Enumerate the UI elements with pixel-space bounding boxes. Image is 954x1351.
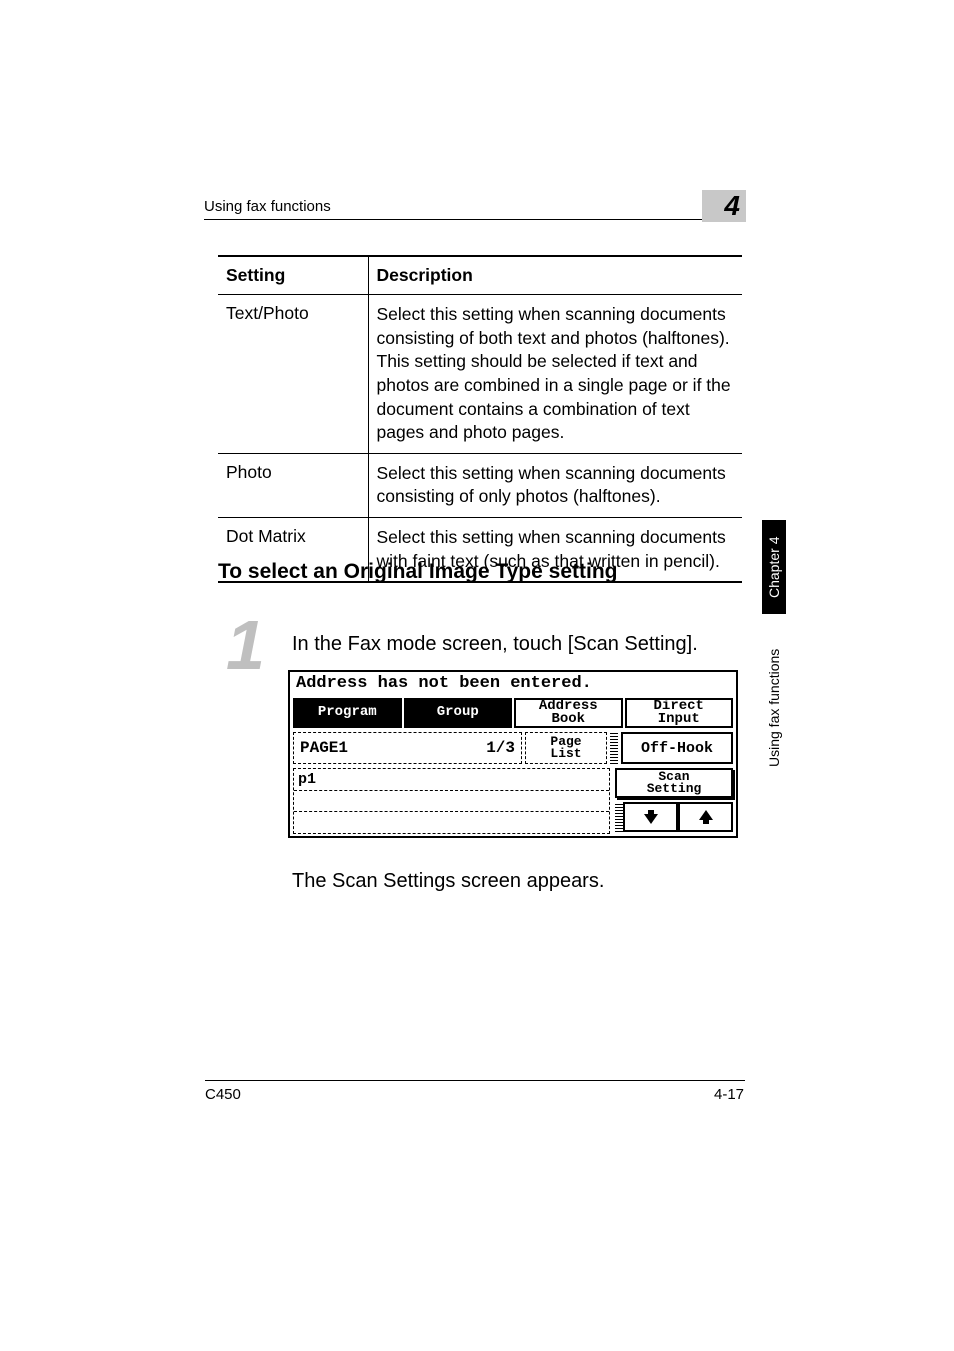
list-item[interactable] <box>294 791 609 813</box>
setting-name: Photo <box>218 453 368 517</box>
footer-model: C450 <box>205 1086 241 1103</box>
list-item[interactable] <box>294 812 609 833</box>
arrow-down-button[interactable] <box>623 802 678 832</box>
scan-setting-button[interactable]: Scan Setting <box>615 768 733 798</box>
setting-name: Text/Photo <box>218 295 368 454</box>
arrow-up-icon <box>697 808 715 826</box>
step-instruction: In the Fax mode screen, touch [Scan Sett… <box>292 633 698 656</box>
footer-page-number: 4-17 <box>714 1086 744 1103</box>
tab-direct-input[interactable]: Direct Input <box>625 698 734 728</box>
page-label: PAGE1 <box>300 739 348 757</box>
arrow-down-icon <box>642 808 660 826</box>
settings-table: Setting Description Text/Photo Select th… <box>218 255 742 583</box>
settings-col-setting: Setting <box>218 256 368 295</box>
table-row: Text/Photo Select this setting when scan… <box>218 295 742 454</box>
page-count: 1/3 <box>486 739 515 757</box>
lcd-status-line: Address has not been entered. <box>296 674 592 693</box>
side-chapter-tab: Chapter 4 <box>762 520 786 614</box>
section-heading: To select an Original Image Type setting <box>218 560 617 584</box>
tab-group[interactable]: Group <box>404 698 513 728</box>
lcd-list-area: p1 <box>293 768 610 834</box>
tab-program[interactable]: Program <box>293 698 402 728</box>
drag-handle-icon <box>615 802 623 832</box>
page-indicator: PAGE1 1/3 <box>293 732 522 764</box>
step-number: 1 <box>226 605 265 685</box>
setting-description: Select this setting when scanning docume… <box>368 295 742 454</box>
drag-handle-icon <box>610 732 618 764</box>
page-list-button[interactable]: Page List <box>525 732 607 764</box>
list-item[interactable]: p1 <box>294 769 609 791</box>
settings-col-description: Description <box>368 256 742 295</box>
lcd-tab-row: Program Group Address Book Direct Input <box>293 698 733 728</box>
table-row: Photo Select this setting when scanning … <box>218 453 742 517</box>
footer-rule <box>205 1080 745 1081</box>
lcd-screenshot: Address has not been entered. Program Gr… <box>288 670 738 838</box>
lcd-row-2: PAGE1 1/3 Page List Off-Hook <box>293 732 733 764</box>
side-section-label: Using fax functions <box>762 628 786 788</box>
header-section-title: Using fax functions <box>204 198 744 220</box>
header-chapter-number: 4 <box>702 190 746 222</box>
lcd-arrow-row <box>615 802 733 832</box>
tab-address-book[interactable]: Address Book <box>514 698 623 728</box>
off-hook-button[interactable]: Off-Hook <box>621 732 733 764</box>
page: Using fax functions 4 Setting Descriptio… <box>0 0 954 1351</box>
setting-description: Select this setting when scanning docume… <box>368 453 742 517</box>
arrow-up-button[interactable] <box>678 802 733 832</box>
step-result-text: The Scan Settings screen appears. <box>292 870 604 893</box>
